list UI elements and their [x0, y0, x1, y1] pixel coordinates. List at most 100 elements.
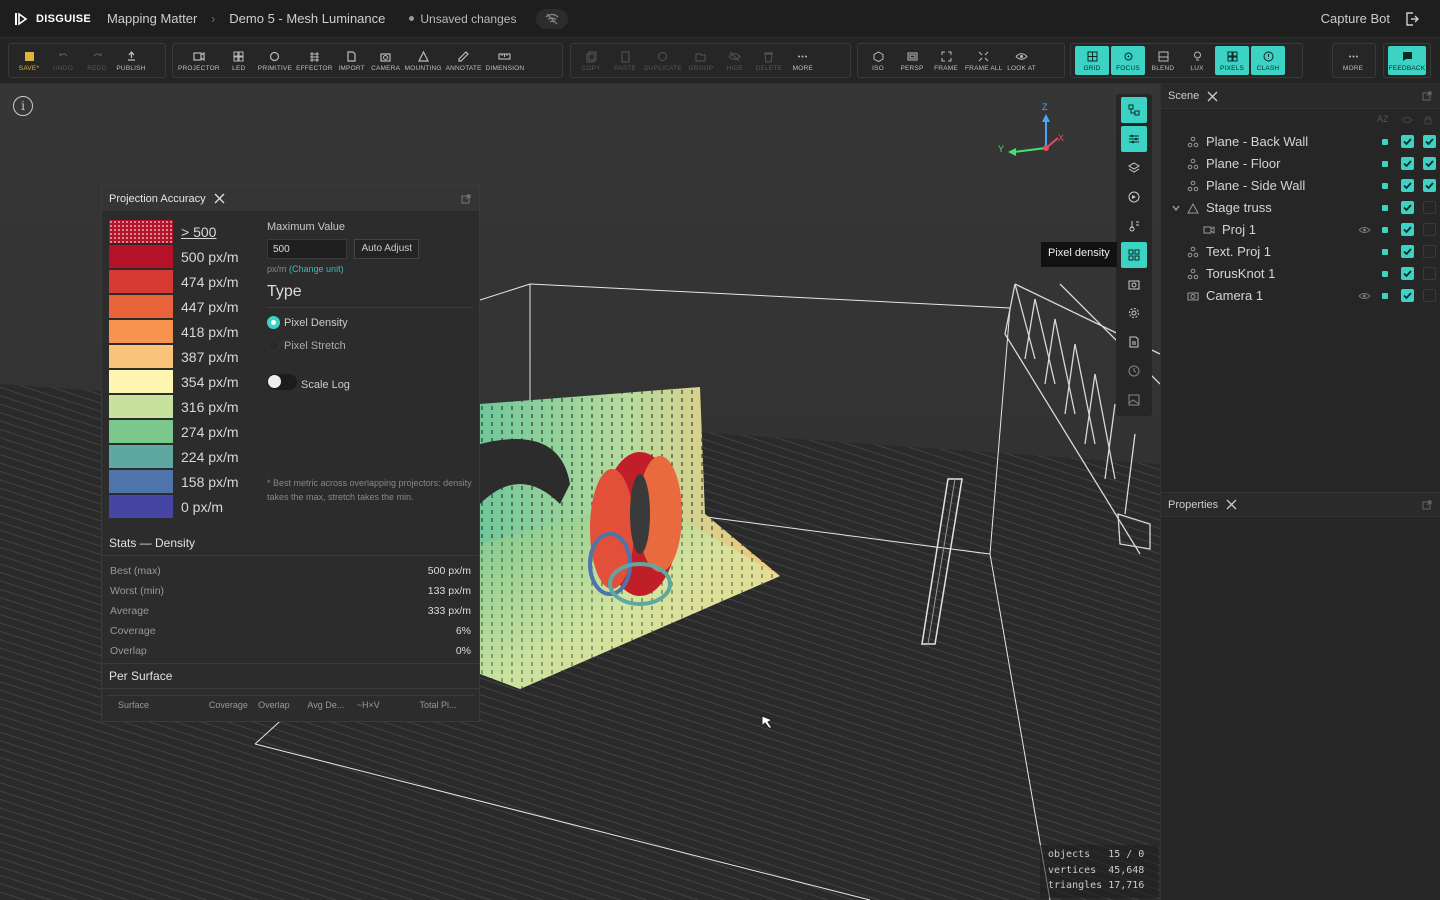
- iso-view-button[interactable]: ISO: [861, 46, 895, 75]
- column-header[interactable]: Total Pi...: [420, 700, 463, 710]
- pixel-stretch-radio[interactable]: Pixel Stretch: [267, 339, 473, 352]
- feedback-button[interactable]: FEEDBACK: [1388, 46, 1426, 75]
- annotate-button[interactable]: ANNOTATE: [444, 46, 484, 75]
- axis-gizmo[interactable]: Z Y X: [994, 102, 1074, 164]
- user-name[interactable]: Capture Bot: [1321, 11, 1390, 26]
- breadcrumb-scene[interactable]: Demo 5 - Mesh Luminance: [229, 11, 385, 26]
- more-button[interactable]: MORE: [1336, 46, 1370, 75]
- lux-toggle-button[interactable]: LUX: [1180, 46, 1214, 75]
- lock-checkbox[interactable]: [1423, 223, 1436, 236]
- color-tag-icon[interactable]: [1382, 227, 1388, 233]
- sort-az-button[interactable]: AZ: [1377, 114, 1389, 124]
- adjustments-tool-button[interactable]: [1121, 126, 1147, 152]
- properties-tab[interactable]: Properties: [1168, 499, 1218, 511]
- clash-toggle-button[interactable]: CLASH: [1251, 46, 1285, 75]
- scale-log-toggle[interactable]: Scale Log: [267, 372, 473, 391]
- layers-tool-button[interactable]: [1121, 155, 1147, 181]
- close-icon[interactable]: [1207, 91, 1218, 102]
- grid-toggle-button[interactable]: GRID: [1075, 46, 1109, 75]
- pixels-toggle-button[interactable]: PIXELS: [1215, 46, 1249, 75]
- color-tag-icon[interactable]: [1382, 249, 1388, 255]
- scene-item[interactable]: Plane - Back Wall: [1161, 131, 1440, 153]
- pixel-density-radio[interactable]: Pixel Density: [267, 316, 473, 329]
- primitive-button[interactable]: PRIMITIVE: [256, 46, 294, 75]
- popout-icon[interactable]: [1422, 91, 1432, 101]
- color-tag-icon[interactable]: [1382, 183, 1388, 189]
- led-button[interactable]: LED: [222, 46, 256, 75]
- edit-more-button[interactable]: MORE: [786, 46, 820, 75]
- group-button[interactable]: GROUP: [684, 46, 718, 75]
- blend-toggle-button[interactable]: BLEND: [1146, 46, 1180, 75]
- app-logo[interactable]: DISGUISE: [14, 11, 91, 26]
- orbit-tool-button[interactable]: [1121, 184, 1147, 210]
- color-tag-icon[interactable]: [1382, 139, 1388, 145]
- look-at-button[interactable]: LOOK AT: [1005, 46, 1039, 75]
- scene-item[interactable]: Text. Proj 1: [1161, 241, 1440, 263]
- legend-value[interactable]: > 500: [181, 224, 216, 240]
- visible-checkbox[interactable]: [1401, 289, 1414, 302]
- scene-item[interactable]: Proj 1: [1161, 219, 1440, 241]
- notes-tool-button[interactable]: [1121, 329, 1147, 355]
- popout-icon[interactable]: [461, 194, 471, 204]
- color-tag-icon[interactable]: [1382, 161, 1388, 167]
- hide-button[interactable]: HIDE: [718, 46, 752, 75]
- lock-checkbox[interactable]: [1423, 157, 1436, 170]
- color-tag-icon[interactable]: [1382, 293, 1388, 299]
- screenshot-tool-button[interactable]: [1121, 271, 1147, 297]
- wifi-off-button[interactable]: [536, 8, 569, 29]
- info-button[interactable]: i: [13, 96, 33, 116]
- redo-button[interactable]: REDO: [80, 46, 114, 75]
- change-unit-link[interactable]: (Change unit): [289, 264, 344, 274]
- image-tool-button[interactable]: [1121, 387, 1147, 413]
- scene-item[interactable]: Plane - Floor: [1161, 153, 1440, 175]
- chevron-down-icon[interactable]: [1171, 203, 1181, 213]
- persp-view-button[interactable]: PERSP: [895, 46, 929, 75]
- visible-checkbox[interactable]: [1401, 223, 1414, 236]
- eye-icon[interactable]: [1358, 291, 1371, 301]
- scene-item[interactable]: Camera 1: [1161, 285, 1440, 307]
- projector-button[interactable]: PROJECTOR: [176, 46, 222, 75]
- logout-icon[interactable]: [1404, 11, 1420, 27]
- auto-adjust-button[interactable]: Auto Adjust: [354, 239, 420, 259]
- color-tag-icon[interactable]: [1382, 205, 1388, 211]
- visible-checkbox[interactable]: [1401, 157, 1414, 170]
- history-tool-button[interactable]: [1121, 358, 1147, 384]
- eye-icon[interactable]: [1358, 225, 1371, 235]
- pixel-density-tool-button[interactable]: [1121, 242, 1147, 268]
- duplicate-button[interactable]: DUPLICATE: [642, 46, 684, 75]
- paste-button[interactable]: PASTE: [608, 46, 642, 75]
- close-icon[interactable]: [214, 193, 225, 204]
- save-button[interactable]: SAVE*: [12, 46, 46, 75]
- column-header[interactable]: Overlap: [258, 700, 307, 710]
- close-icon[interactable]: [1226, 499, 1237, 510]
- scene-item[interactable]: Plane - Side Wall: [1161, 175, 1440, 197]
- breadcrumb-project[interactable]: Mapping Matter: [107, 11, 197, 26]
- popout-icon[interactable]: [1422, 500, 1432, 510]
- lock-checkbox[interactable]: [1423, 135, 1436, 148]
- camera-button[interactable]: CAMERA: [369, 46, 403, 75]
- color-tag-icon[interactable]: [1382, 271, 1388, 277]
- hierarchy-tool-button[interactable]: [1121, 97, 1147, 123]
- column-header[interactable]: ~H×V: [357, 700, 420, 710]
- visible-checkbox[interactable]: [1401, 135, 1414, 148]
- lock-checkbox[interactable]: [1423, 201, 1436, 214]
- effector-button[interactable]: EFFECTOR: [294, 46, 335, 75]
- visible-checkbox[interactable]: [1401, 267, 1414, 280]
- import-button[interactable]: IMPORT: [335, 46, 369, 75]
- lock-checkbox[interactable]: [1423, 179, 1436, 192]
- frame-button[interactable]: FRAME: [929, 46, 963, 75]
- visible-checkbox[interactable]: [1401, 179, 1414, 192]
- column-header[interactable]: Avg De...: [307, 700, 356, 710]
- copy-button[interactable]: COPY: [574, 46, 608, 75]
- scene-tab[interactable]: Scene: [1168, 90, 1199, 102]
- visible-checkbox[interactable]: [1401, 245, 1414, 258]
- mounting-button[interactable]: MOUNTING: [403, 46, 444, 75]
- visible-checkbox[interactable]: [1401, 201, 1414, 214]
- column-header[interactable]: Coverage: [209, 700, 258, 710]
- scene-item[interactable]: Stage truss: [1161, 197, 1440, 219]
- column-header[interactable]: Surface: [118, 700, 209, 710]
- lock-checkbox[interactable]: [1423, 245, 1436, 258]
- settings-tool-button[interactable]: [1121, 300, 1147, 326]
- frame-all-button[interactable]: FRAME ALL: [963, 46, 1005, 75]
- max-value-input[interactable]: [267, 239, 347, 259]
